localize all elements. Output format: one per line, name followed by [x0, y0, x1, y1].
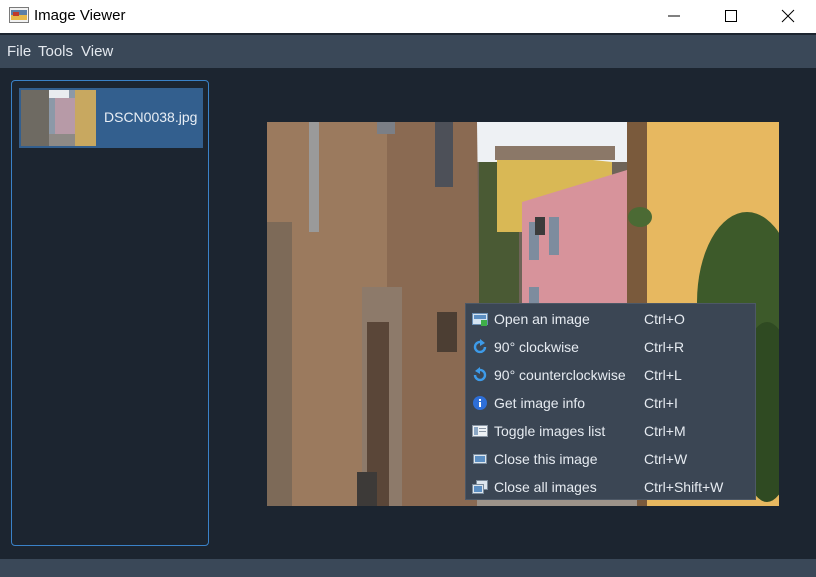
menu-item-open-image[interactable]: Open an image Ctrl+O — [466, 305, 755, 333]
image-filename: DSCN0038.jpg — [104, 109, 198, 125]
menu-item-label: Get image info — [494, 395, 586, 411]
info-icon — [472, 395, 488, 411]
menu-item-label: 90° counterclockwise — [494, 367, 626, 383]
open-image-icon — [472, 311, 488, 327]
menu-item-shortcut: Ctrl+O — [644, 311, 685, 327]
rotate-counterclockwise-icon — [472, 367, 488, 383]
window-title: Image Viewer — [34, 7, 126, 24]
menu-item-shortcut: Ctrl+W — [644, 451, 688, 467]
menu-item-label: Close all images — [494, 479, 597, 495]
menu-item-label: Toggle images list — [494, 423, 606, 439]
menu-item-close-this-image[interactable]: Close this image Ctrl+W — [466, 445, 755, 473]
close-button[interactable] — [759, 0, 816, 33]
menu-item-shortcut: Ctrl+R — [644, 339, 685, 355]
images-list[interactable]: DSCN0038.jpg — [11, 80, 209, 546]
list-icon — [472, 423, 488, 439]
menu-item-shortcut: Ctrl+Shift+W — [644, 479, 724, 495]
menu-file[interactable]: File — [7, 43, 31, 60]
image-list-item[interactable]: DSCN0038.jpg — [19, 88, 203, 148]
menu-item-label: Close this image — [494, 451, 598, 467]
menu-item-label: Open an image — [494, 311, 590, 327]
rotate-clockwise-icon — [472, 339, 488, 355]
context-menu: Open an image Ctrl+O 90° clockwise Ctrl+… — [465, 303, 756, 500]
menu-item-shortcut: Ctrl+M — [644, 423, 686, 439]
menu-item-label: 90° clockwise — [494, 339, 579, 355]
status-bar — [0, 559, 816, 577]
minimize-button[interactable] — [645, 0, 703, 33]
menu-item-shortcut: Ctrl+I — [644, 395, 678, 411]
menu-item-get-image-info[interactable]: Get image info Ctrl+I — [466, 389, 755, 417]
image-thumbnail — [21, 90, 96, 146]
menu-item-rotate-counterclockwise[interactable]: 90° counterclockwise Ctrl+L — [466, 361, 755, 389]
menu-tools[interactable]: Tools — [38, 43, 73, 60]
close-image-icon — [472, 451, 488, 467]
close-all-images-icon — [472, 479, 488, 495]
maximize-button[interactable] — [702, 0, 760, 33]
menu-item-rotate-clockwise[interactable]: 90° clockwise Ctrl+R — [466, 333, 755, 361]
menu-bar: File Tools View — [0, 35, 816, 68]
menu-view[interactable]: View — [81, 43, 113, 60]
menu-item-close-all-images[interactable]: Close all images Ctrl+Shift+W — [466, 473, 755, 501]
title-bar: Image Viewer — [0, 0, 816, 33]
menu-item-shortcut: Ctrl+L — [644, 367, 682, 383]
app-icon — [9, 7, 29, 23]
menu-item-toggle-images-list[interactable]: Toggle images list Ctrl+M — [466, 417, 755, 445]
